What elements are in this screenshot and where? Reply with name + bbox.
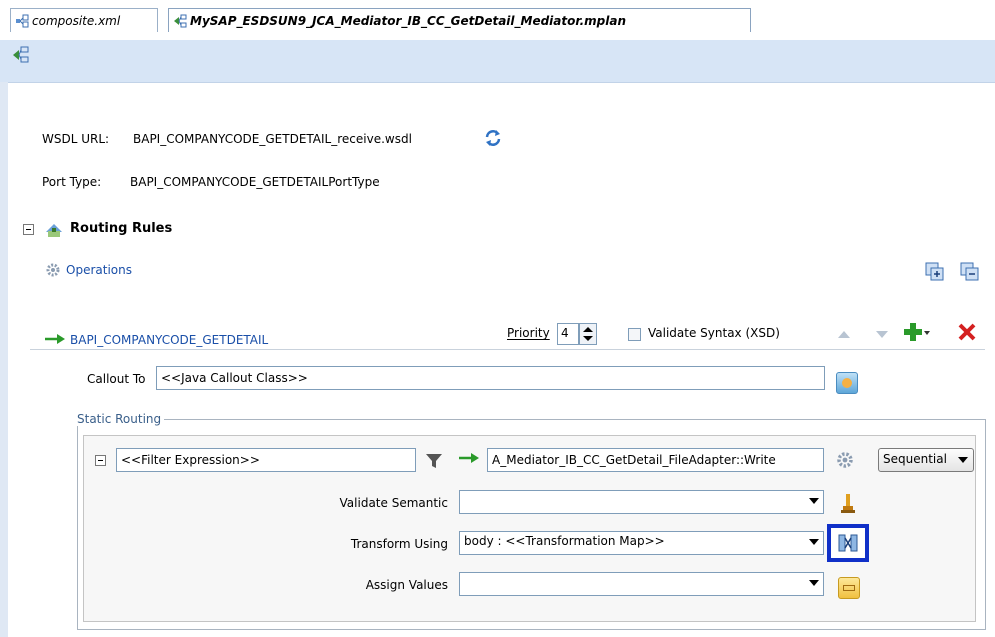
left-gutter [0,82,8,637]
chevron-down-icon [809,539,819,545]
refresh-icon[interactable] [483,128,503,148]
execution-mode-value: Sequential [883,452,947,466]
target-arrow-icon [459,453,479,463]
chevron-down-icon [809,580,819,586]
delete-icon[interactable] [957,322,977,342]
priority-input[interactable]: 4 [557,323,579,345]
validate-syntax-label: Validate Syntax (XSD) [648,326,780,340]
target-gear-icon[interactable] [835,450,855,470]
priority-spinner[interactable] [579,323,597,345]
port-type-label: Port Type: [42,175,102,189]
collapse-icon[interactable] [23,224,34,235]
validate-semantic-select[interactable] [459,490,824,514]
chevron-down-icon [958,457,968,463]
operation-divider [30,349,985,350]
static-routing-legend: Static Routing [77,412,165,426]
transformation-map-button[interactable] [827,524,869,562]
callout-input[interactable]: <<Java Callout Class>> [156,366,825,390]
schematron-icon[interactable] [838,492,858,514]
operation-name[interactable]: BAPI_COMPANYCODE_GETDETAIL [70,333,268,347]
tab-label: composite.xml [32,13,121,28]
transformation-map-icon [838,534,858,552]
chevron-down-icon [809,498,819,504]
operation-arrow-icon [45,334,65,344]
transform-using-label: Transform Using [350,537,448,551]
transform-map-select[interactable]: body : <<Transformation Map>> [459,531,824,555]
assign-values-select[interactable] [459,572,824,596]
wsdl-url-label: WSDL URL: [42,132,110,146]
spinner-up-icon[interactable] [583,327,593,332]
operations-gear-icon [46,263,60,277]
validate-syntax-checkbox[interactable] [628,328,641,341]
assign-values-label: Assign Values [365,578,448,592]
validate-semantic-label: Validate Semantic [339,496,448,510]
composite-file-icon [16,14,29,27]
collapse-all-icon[interactable] [960,262,980,282]
filter-icon[interactable] [424,451,444,471]
expand-all-icon[interactable] [925,262,945,282]
add-icon[interactable] [903,322,931,344]
operations-link[interactable]: Operations [66,263,132,277]
callout-browse-icon[interactable] [836,372,858,394]
mediator-file-icon [174,14,187,27]
target-service-input[interactable]: A_Mediator_IB_CC_GetDetail_FileAdapter::… [487,448,824,472]
routing-rules-icon [46,224,62,237]
move-up-icon[interactable] [838,331,850,338]
tab-composite-xml[interactable]: composite.xml [10,8,158,32]
editor-toolbar [0,40,995,83]
execution-mode-select[interactable]: Sequential [878,448,974,472]
tab-label: MySAP_ESDSUN9_JCA_Mediator_IB_CC_GetDeta… [190,13,626,28]
callout-label: Callout To [87,372,146,386]
port-type-value: BAPI_COMPANYCODE_GETDETAILPortType [130,175,380,189]
routing-rules-title: Routing Rules [70,221,173,236]
move-down-icon[interactable] [876,331,888,338]
assign-values-icon[interactable] [838,577,860,599]
wsdl-url-value: BAPI_COMPANYCODE_GETDETAIL_receive.wsdl [133,132,412,146]
transform-map-value: body : <<Transformation Map>> [464,534,665,548]
spinner-down-icon[interactable] [583,336,593,341]
priority-label: Priority [507,326,550,340]
tab-mediator-mplan[interactable]: MySAP_ESDSUN9_JCA_Mediator_IB_CC_GetDeta… [168,8,751,32]
mediator-toolbar-icon[interactable] [12,46,30,64]
filter-expression-input[interactable]: <<Filter Expression>> [116,448,416,472]
rule-collapse-icon[interactable] [95,455,106,466]
